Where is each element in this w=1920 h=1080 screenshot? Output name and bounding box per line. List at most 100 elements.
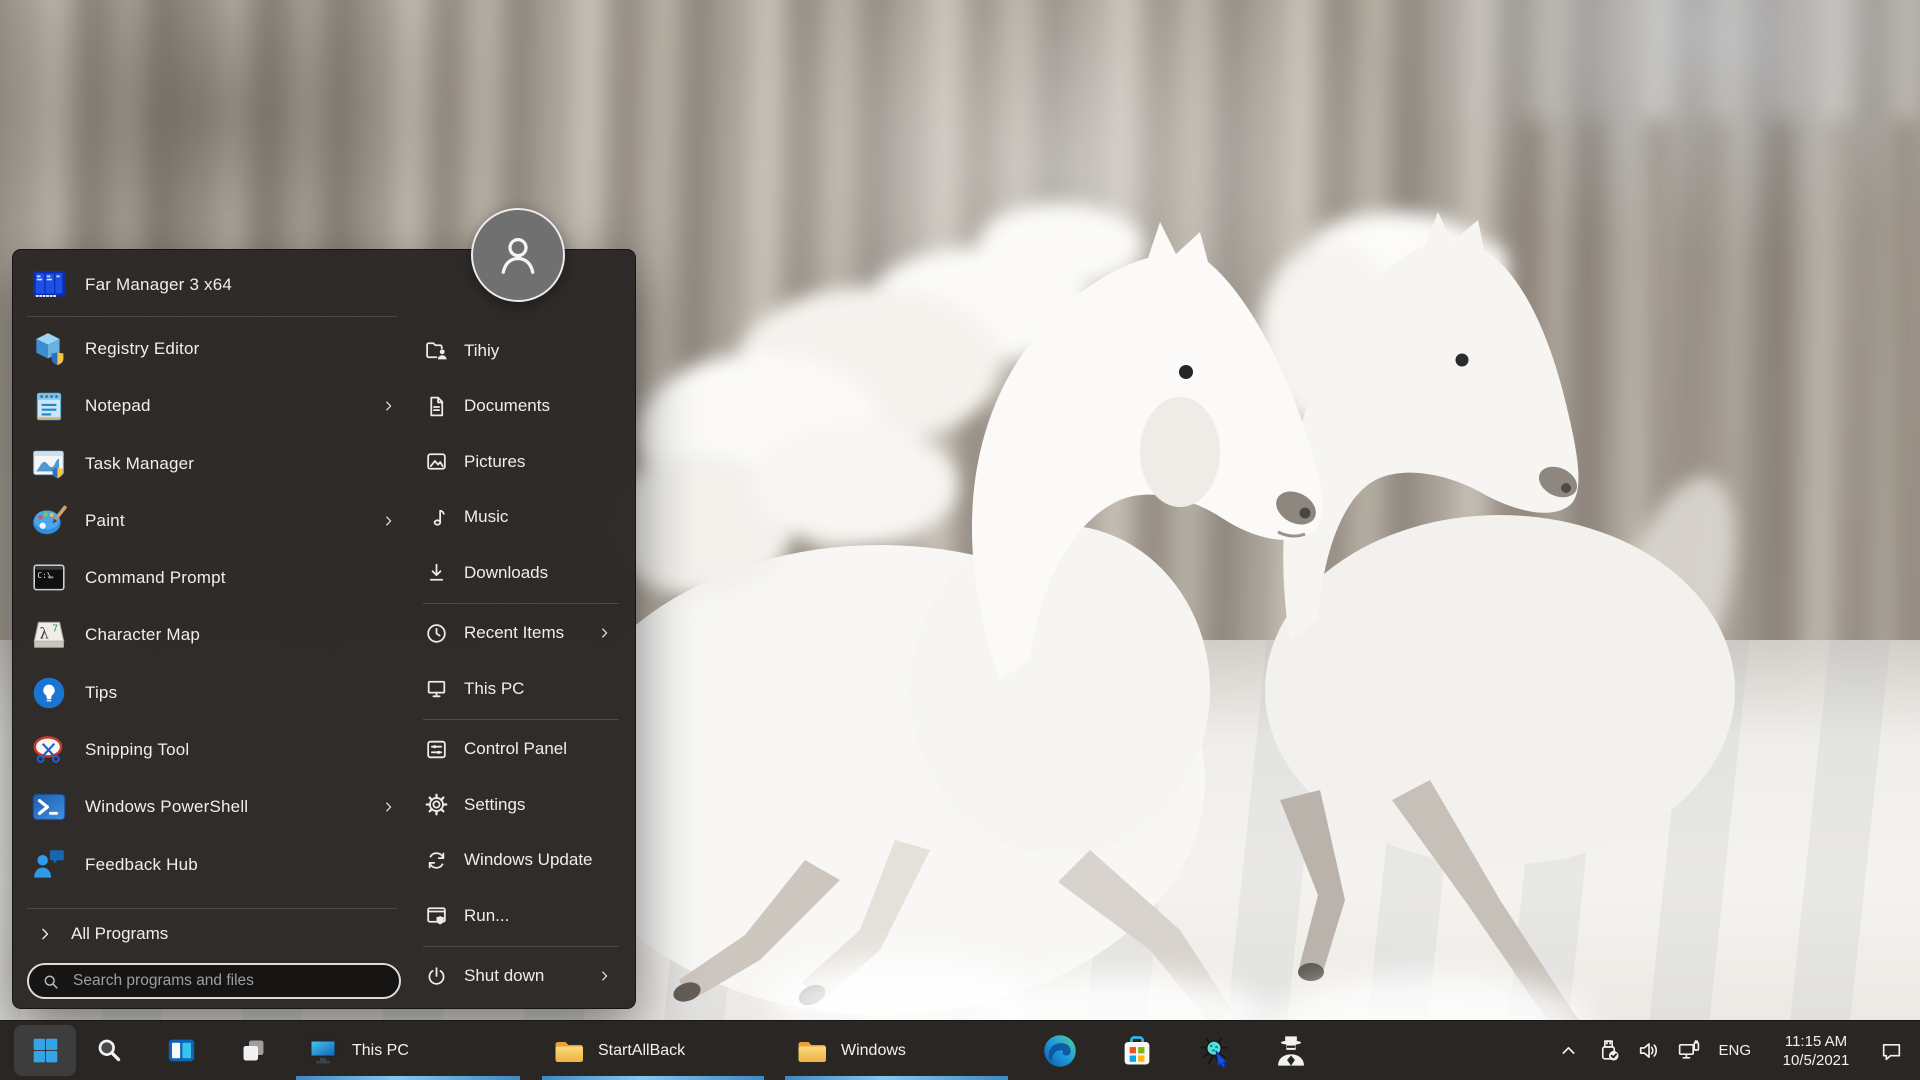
control-panel-icon bbox=[423, 736, 449, 762]
taskbar-button-windows[interactable]: Windows bbox=[783, 1021, 1010, 1080]
start-menu-item-character-map[interactable]: λ7 Character Map bbox=[21, 607, 407, 664]
user-folder-icon bbox=[423, 338, 449, 364]
start-menu-item-snipping-tool[interactable]: Snipping Tool bbox=[21, 721, 407, 778]
start-menu-item-music[interactable]: Music bbox=[409, 490, 627, 546]
usb-eject-icon[interactable] bbox=[1595, 1038, 1621, 1064]
submenu-chevron-icon bbox=[380, 398, 397, 415]
sync-icon bbox=[423, 847, 449, 873]
submenu-chevron-icon bbox=[380, 512, 397, 529]
start-menu-item-task-manager[interactable]: Task Manager bbox=[21, 435, 407, 492]
run-shield-icon bbox=[423, 903, 449, 929]
running-app-underline bbox=[542, 1075, 764, 1080]
start-menu-item-recent-items[interactable]: Recent Items bbox=[409, 606, 627, 662]
start-menu-item-pictures[interactable]: Pictures bbox=[409, 434, 627, 490]
chat-bubble-icon[interactable] bbox=[1878, 1038, 1904, 1064]
start-menu-item-control-panel[interactable]: Control Panel bbox=[409, 722, 627, 778]
start-menu-item-tihiy[interactable]: Tihiy bbox=[409, 323, 627, 379]
clock-icon bbox=[423, 620, 449, 646]
start-menu-right-column: Tihiy Documents Pictures Music Downloads bbox=[409, 323, 627, 1004]
svg-text:7: 7 bbox=[52, 624, 58, 635]
taskbar-button-startallback[interactable]: StartAllBack bbox=[540, 1021, 766, 1080]
svg-text:λ: λ bbox=[40, 626, 49, 643]
gear-icon bbox=[423, 792, 449, 818]
agent-icon[interactable] bbox=[1273, 1033, 1309, 1069]
svg-text:C:\: C:\ bbox=[37, 571, 52, 580]
submenu-chevron-icon bbox=[596, 968, 613, 985]
monitor-outline-icon bbox=[423, 676, 449, 702]
taskbar-button-this-pc[interactable]: This PC bbox=[294, 1021, 522, 1080]
network-display-icon[interactable] bbox=[1675, 1038, 1701, 1064]
rear-horse bbox=[1260, 212, 1735, 1061]
taskbar-clock[interactable]: 11:15 AM 10/5/2021 bbox=[1768, 1032, 1864, 1070]
system-tray: ENG 11:15 AM 10/5/2021 bbox=[1555, 1021, 1920, 1080]
microsoft-store-icon[interactable] bbox=[1119, 1033, 1155, 1069]
start-button[interactable] bbox=[14, 1025, 76, 1076]
language-indicator[interactable]: ENG bbox=[1715, 1042, 1754, 1059]
front-horse bbox=[555, 203, 1323, 1026]
clock-time: 11:15 AM bbox=[1784, 1032, 1848, 1050]
submenu-chevron-icon bbox=[596, 625, 613, 642]
start-menu-item-registry-editor[interactable]: Registry Editor bbox=[21, 320, 407, 377]
start-menu-item-feedback-hub[interactable]: Feedback Hub bbox=[21, 836, 407, 893]
command-prompt-icon: C:\ bbox=[29, 558, 69, 598]
taskbar-quick-icons bbox=[94, 1021, 268, 1080]
pc-monitor-icon bbox=[307, 1035, 339, 1067]
tray-status-icons bbox=[1595, 1038, 1701, 1064]
taskbar: This PC StartAllBack Windows ENG 11:15 A… bbox=[0, 1020, 1920, 1080]
snipping-tool-icon bbox=[29, 730, 69, 770]
chevron-up-icon[interactable] bbox=[1555, 1038, 1581, 1064]
start-menu-footer: All Programs bbox=[21, 905, 407, 999]
search-box[interactable] bbox=[27, 963, 401, 999]
start-menu-item-tips[interactable]: Tips bbox=[21, 664, 407, 721]
start-menu-item-shut-down[interactable]: Shut down bbox=[409, 949, 627, 1005]
start-menu-item-windows-powershell[interactable]: Windows PowerShell bbox=[21, 779, 407, 836]
separator bbox=[27, 316, 397, 318]
feedback-hub-icon bbox=[29, 845, 69, 885]
chevron-right-icon bbox=[35, 924, 55, 944]
stacked-windows-icon[interactable] bbox=[238, 1036, 268, 1066]
clock-date: 10/5/2021 bbox=[1782, 1051, 1850, 1069]
folder-icon bbox=[553, 1035, 585, 1067]
document-icon bbox=[423, 393, 449, 419]
start-menu-item-paint[interactable]: Paint bbox=[21, 492, 407, 549]
start-menu-item-far-manager-3-x64[interactable]: Far Manager 3 x64 bbox=[21, 256, 407, 313]
start-menu-item-windows-update[interactable]: Windows Update bbox=[409, 833, 627, 889]
start-menu-left-column: Far Manager 3 x64 Registry Editor Notepa… bbox=[21, 256, 407, 893]
notepad-icon bbox=[29, 386, 69, 426]
all-programs-button[interactable]: All Programs bbox=[21, 912, 407, 956]
user-avatar-icon bbox=[492, 229, 544, 281]
running-app-underline bbox=[296, 1075, 520, 1080]
pictures-icon bbox=[423, 449, 449, 475]
user-avatar[interactable] bbox=[471, 208, 565, 302]
running-app-underline bbox=[785, 1075, 1008, 1080]
task-view-icon[interactable] bbox=[166, 1036, 196, 1066]
start-menu-item-command-prompt[interactable]: C:\ Command Prompt bbox=[21, 549, 407, 606]
edge-icon[interactable] bbox=[1042, 1033, 1078, 1069]
start-menu-item-documents[interactable]: Documents bbox=[409, 379, 627, 435]
powershell-icon bbox=[29, 787, 69, 827]
start-menu-item-run[interactable]: Run... bbox=[409, 888, 627, 944]
registry-editor-icon bbox=[29, 329, 69, 369]
volume-icon[interactable] bbox=[1635, 1038, 1661, 1064]
submenu-chevron-icon bbox=[380, 799, 397, 816]
search-icon[interactable] bbox=[94, 1036, 124, 1066]
separator bbox=[423, 718, 619, 720]
tips-icon bbox=[29, 673, 69, 713]
start-menu-item-downloads[interactable]: Downloads bbox=[409, 545, 627, 601]
task-manager-icon bbox=[29, 444, 69, 484]
start-menu-item-this-pc[interactable]: This PC bbox=[409, 661, 627, 717]
download-icon bbox=[423, 560, 449, 586]
spider-scanner-icon[interactable] bbox=[1196, 1033, 1232, 1069]
start-menu-item-settings[interactable]: Settings bbox=[409, 777, 627, 833]
start-menu: Far Manager 3 x64 Registry Editor Notepa… bbox=[12, 249, 636, 1009]
start-menu-item-notepad[interactable]: Notepad bbox=[21, 378, 407, 435]
far-manager-icon bbox=[29, 265, 69, 305]
power-icon bbox=[423, 963, 449, 989]
separator bbox=[423, 945, 619, 947]
search-input[interactable] bbox=[71, 971, 387, 991]
music-note-icon bbox=[423, 504, 449, 530]
windows-logo-icon bbox=[32, 1037, 59, 1064]
search-icon bbox=[41, 972, 60, 991]
all-programs-label: All Programs bbox=[71, 924, 169, 943]
folder-icon bbox=[796, 1035, 828, 1067]
